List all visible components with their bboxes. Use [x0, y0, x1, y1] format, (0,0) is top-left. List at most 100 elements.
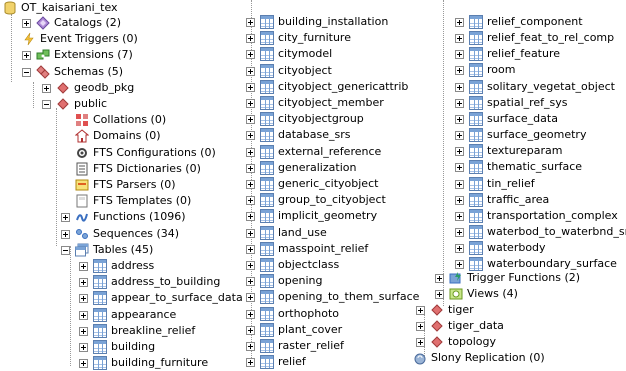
expand-toggle[interactable]	[455, 98, 464, 108]
expand-toggle[interactable]	[246, 211, 255, 221]
expand-toggle[interactable]	[246, 260, 255, 270]
expand-toggle[interactable]	[246, 98, 255, 108]
expand-toggle[interactable]	[79, 342, 88, 352]
expand-toggle[interactable]	[246, 49, 255, 59]
expand-toggle[interactable]	[435, 273, 444, 283]
expand-toggle[interactable]	[246, 130, 255, 140]
table-row[interactable]: spatial_ref_sys	[455, 95, 568, 111]
expand-toggle[interactable]	[246, 228, 255, 238]
tree-item-schema-geodb_pkg[interactable]: geodb_pkg	[42, 80, 134, 96]
tree-item-fts-templates[interactable]: FTS Templates (0)	[75, 193, 191, 209]
tree-item-sequences[interactable]: Sequences (34)	[61, 226, 179, 242]
table-row[interactable]: masspoint_relief	[246, 241, 368, 257]
tree-item-functions[interactable]: Functions (1096)	[61, 209, 186, 225]
table-row[interactable]: traffic_area	[455, 192, 549, 208]
table-row[interactable]: breakline_relief	[79, 323, 195, 339]
expand-toggle[interactable]	[455, 82, 464, 92]
expand-toggle[interactable]	[246, 17, 255, 27]
tree-item-schema-public[interactable]: public	[42, 96, 107, 112]
expand-toggle[interactable]	[455, 211, 464, 221]
table-row[interactable]: citymodel	[246, 46, 332, 62]
table-row[interactable]: tin_relief	[455, 176, 535, 192]
expand-toggle[interactable]	[246, 163, 255, 173]
table-row[interactable]: textureparam	[455, 143, 562, 159]
table-row[interactable]: cityobjectgroup	[246, 111, 364, 127]
expand-toggle[interactable]	[246, 147, 255, 157]
expand-toggle[interactable]	[455, 146, 464, 156]
table-row[interactable]: solitary_vegetat_object	[455, 79, 615, 95]
expand-toggle[interactable]	[79, 310, 88, 320]
expand-toggle[interactable]	[246, 357, 255, 367]
table-row[interactable]: database_srs	[246, 127, 350, 143]
table-row[interactable]: surface_data	[455, 111, 558, 127]
table-row[interactable]: opening_to_them_surface	[246, 289, 419, 305]
table-row[interactable]: building	[79, 339, 155, 355]
tree-item-catalogs[interactable]: Catalogs (2)	[22, 15, 121, 31]
expand-toggle[interactable]	[246, 195, 255, 205]
tree-item-tables[interactable]: Tables (45)	[61, 242, 153, 258]
table-row[interactable]: appearance	[79, 307, 176, 323]
table-row[interactable]: relief_feat_to_rel_comp	[455, 30, 614, 46]
table-row[interactable]: objectclass	[246, 257, 339, 273]
table-row[interactable]: relief_component	[455, 14, 583, 30]
tree-item-schema-tiger[interactable]: tiger	[416, 302, 474, 318]
tree-item-extensions[interactable]: Extensions (7)	[22, 47, 133, 63]
collapse-toggle[interactable]	[22, 67, 31, 77]
expand-toggle[interactable]	[246, 179, 255, 189]
expand-toggle[interactable]	[79, 261, 88, 271]
table-row[interactable]: transportation_complex	[455, 208, 618, 224]
expand-toggle[interactable]	[455, 65, 464, 75]
collapse-toggle[interactable]	[61, 245, 70, 255]
table-row[interactable]: surface_geometry	[455, 127, 586, 143]
expand-toggle[interactable]	[416, 337, 425, 347]
tree-item-schema-tiger-data[interactable]: tiger_data	[416, 318, 504, 334]
table-row[interactable]: cityobject_genericattrib	[246, 79, 408, 95]
table-row[interactable]: appear_to_surface_data	[79, 290, 243, 306]
table-row[interactable]: waterbod_to_waterbnd_srf	[455, 224, 626, 240]
expand-toggle[interactable]	[455, 259, 464, 269]
table-row[interactable]: relief_feature	[455, 46, 560, 62]
tree-item-domains[interactable]: Domains (0)	[75, 128, 161, 144]
expand-toggle[interactable]	[246, 244, 255, 254]
table-row[interactable]: cityobject	[246, 63, 332, 79]
table-row[interactable]: generic_cityobject	[246, 176, 378, 192]
expand-toggle[interactable]	[79, 277, 88, 287]
table-row[interactable]: raster_relief	[246, 338, 344, 354]
expand-toggle[interactable]	[416, 305, 425, 315]
tree-item-fts-dictionaries[interactable]: FTS Dictionaries (0)	[75, 161, 201, 177]
expand-toggle[interactable]	[246, 341, 255, 351]
expand-toggle[interactable]	[61, 212, 70, 222]
expand-toggle[interactable]	[455, 243, 464, 253]
table-row[interactable]: land_use	[246, 225, 327, 241]
table-row[interactable]: thematic_surface	[455, 159, 582, 175]
tree-item-schema-topology[interactable]: topology	[416, 334, 496, 350]
expand-toggle[interactable]	[455, 227, 464, 237]
table-row[interactable]: relief	[246, 354, 306, 370]
expand-toggle[interactable]	[246, 276, 255, 286]
expand-toggle[interactable]	[246, 114, 255, 124]
expand-toggle[interactable]	[79, 358, 88, 368]
table-row[interactable]: waterbody	[455, 240, 546, 256]
expand-toggle[interactable]	[455, 162, 464, 172]
tree-item-collations[interactable]: Collations (0)	[75, 112, 166, 128]
expand-toggle[interactable]	[246, 33, 255, 43]
expand-toggle[interactable]	[455, 114, 464, 124]
expand-toggle[interactable]	[246, 292, 255, 302]
expand-toggle[interactable]	[79, 293, 88, 303]
tree-item-slony-replication[interactable]: Slony Replication (0)	[413, 350, 545, 366]
expand-toggle[interactable]	[79, 326, 88, 336]
expand-toggle[interactable]	[455, 49, 464, 59]
expand-toggle[interactable]	[455, 195, 464, 205]
table-row[interactable]: plant_cover	[246, 322, 342, 338]
expand-toggle[interactable]	[246, 309, 255, 319]
tree-root-database[interactable]: OT_kaisariani_tex	[3, 0, 118, 16]
tree-item-trigger-functions[interactable]: Trigger Functions (2)	[435, 270, 580, 286]
expand-toggle[interactable]	[455, 179, 464, 189]
tree-item-fts-parsers[interactable]: FTS Parsers (0)	[75, 177, 176, 193]
table-row[interactable]: building_furniture	[79, 355, 208, 371]
tree-item-fts-configurations[interactable]: FTS Configurations (0)	[75, 145, 216, 161]
collapse-toggle[interactable]	[42, 99, 51, 109]
tree-item-views[interactable]: Views (4)	[435, 286, 518, 302]
expand-toggle[interactable]	[246, 325, 255, 335]
table-row[interactable]: address	[79, 258, 154, 274]
